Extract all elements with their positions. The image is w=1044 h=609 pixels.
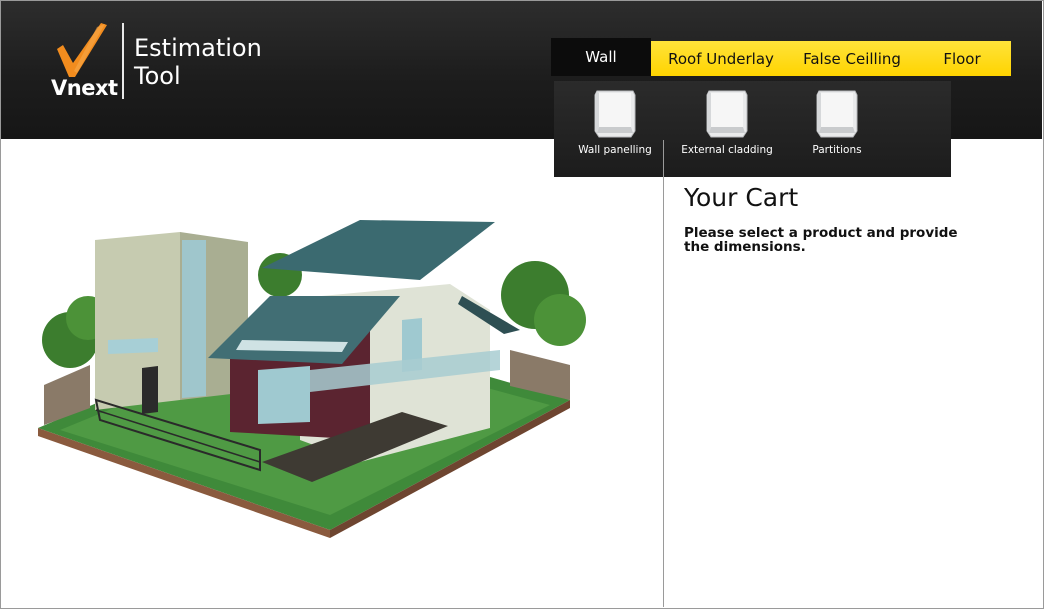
logo-divider bbox=[122, 23, 124, 99]
cart-title: Your Cart bbox=[684, 183, 799, 212]
app-title: Estimation Tool bbox=[134, 34, 262, 90]
nav-tab-false-ceilling[interactable]: False Ceilling bbox=[791, 41, 913, 76]
house-illustration bbox=[38, 220, 586, 538]
cart-message: Please select a product and provide the … bbox=[684, 225, 958, 255]
wall-dropdown-menu: Wall panelling External cladding Partiti… bbox=[554, 81, 951, 177]
nav-tab-wall[interactable]: Wall bbox=[551, 38, 651, 76]
wall-panel-icon bbox=[594, 90, 636, 138]
partition-panel-icon bbox=[816, 90, 858, 138]
vnext-logo: Vnext bbox=[51, 23, 118, 100]
dropdown-item-partitions[interactable]: Partitions bbox=[782, 81, 892, 177]
nav-tab-roof-underlay[interactable]: Roof Underlay bbox=[651, 41, 791, 76]
dropdown-item-external-cladding[interactable]: External cladding bbox=[672, 81, 782, 177]
dropdown-label-wall-panelling: Wall panelling bbox=[578, 144, 652, 156]
dropdown-label-external-cladding: External cladding bbox=[681, 144, 773, 156]
app-title-line2: Tool bbox=[134, 62, 181, 90]
dropdown-label-partitions: Partitions bbox=[812, 144, 862, 156]
app-title-line1: Estimation bbox=[134, 34, 262, 62]
nav-tab-floor[interactable]: Floor bbox=[913, 41, 1011, 76]
dropdown-item-wall-panelling[interactable]: Wall panelling bbox=[560, 81, 670, 177]
cladding-panel-icon bbox=[706, 90, 748, 138]
logo-text: Vnext bbox=[51, 76, 118, 100]
main-nav: Wall Roof Underlay False Ceilling Floor bbox=[551, 38, 1011, 76]
panel-divider bbox=[663, 140, 664, 607]
